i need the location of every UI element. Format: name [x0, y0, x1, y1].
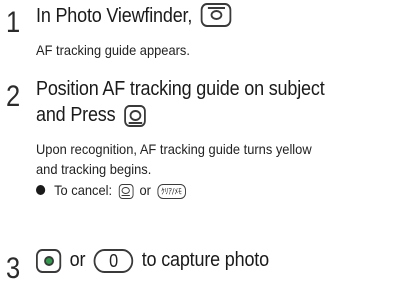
step-number: 1 — [6, 6, 21, 39]
bullet-icon — [36, 185, 46, 196]
step-description-line-2: and tracking begins. — [36, 161, 152, 177]
or-text: or — [69, 249, 86, 271]
center-key-icon — [118, 183, 134, 199]
step-title-line-1: Position AF tracking guide on subject — [36, 78, 325, 100]
step-description-line-1: Upon recognition, AF tracking guide turn… — [36, 141, 312, 157]
shutter-key-icon — [36, 248, 62, 273]
or-text: or — [139, 182, 151, 198]
center-key-icon — [123, 104, 146, 127]
step-title-text: In Photo Viewfinder, — [36, 5, 193, 27]
step-number: 2 — [6, 80, 21, 113]
camera-key-icon — [200, 2, 232, 27]
cancel-bullet: To cancel: or ｸﾘｱ/ﾒﾓ — [36, 180, 186, 200]
step-title: In Photo Viewfinder, — [36, 2, 232, 29]
step-title-line-2: and Press — [36, 103, 146, 128]
step-title-text: and Press — [36, 104, 116, 126]
bullet-text: To cancel: — [54, 182, 113, 198]
step-title: or 0 to capture photo — [36, 248, 269, 273]
step-description: AF tracking guide appears. — [36, 42, 190, 58]
step-number: 3 — [6, 252, 21, 285]
clear-memo-key-icon: ｸﾘｱ/ﾒﾓ — [157, 183, 186, 199]
zero-key-icon: 0 — [93, 248, 134, 273]
step-title-text: to capture photo — [141, 249, 269, 271]
